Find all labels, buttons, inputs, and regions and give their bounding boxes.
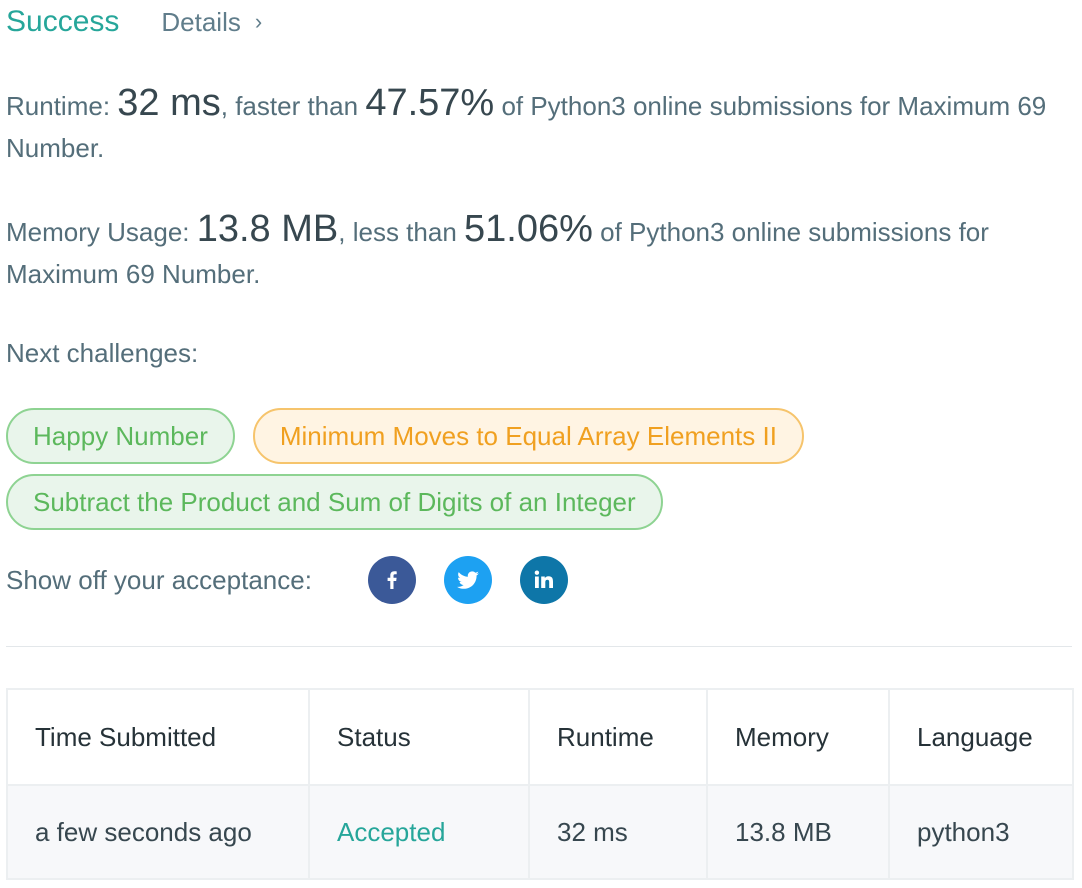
details-link[interactable]: Details › xyxy=(161,7,262,38)
section-divider xyxy=(6,646,1072,647)
challenge-tag-minimum-moves[interactable]: Minimum Moves to Equal Array Elements II xyxy=(252,408,804,464)
challenge-tag-subtract-product-sum[interactable]: Subtract the Product and Sum of Digits o… xyxy=(6,474,663,530)
memory-percent: 51.06% xyxy=(464,208,593,250)
facebook-icon xyxy=(387,571,397,589)
next-challenges-list: Happy Number Minimum Moves to Equal Array… xyxy=(6,408,1076,540)
twitter-share-button[interactable] xyxy=(443,556,492,604)
linkedin-share-button[interactable] xyxy=(519,556,568,604)
details-label: Details xyxy=(161,6,241,37)
column-header-language: Language xyxy=(888,688,1074,786)
accepted-status-link[interactable]: Accepted xyxy=(337,817,445,847)
next-challenges-label: Next challenges: xyxy=(6,338,199,368)
linkedin-icon xyxy=(534,570,553,588)
facebook-share-button[interactable] xyxy=(367,556,416,604)
runtime-summary: Runtime: 32 ms, faster than 47.57% of Py… xyxy=(6,82,1074,169)
column-header-status: Status xyxy=(308,688,530,786)
table-row: a few seconds ago Accepted 32 ms 13.8 MB… xyxy=(6,784,1074,880)
cell-runtime: 32 ms xyxy=(528,784,708,880)
column-header-time-submitted: Time Submitted xyxy=(6,688,310,786)
share-row: Show off your acceptance: xyxy=(6,556,596,604)
runtime-label: Runtime: xyxy=(6,91,111,121)
submissions-table: Time Submitted Status Runtime Memory Lan… xyxy=(6,688,1074,880)
memory-label: Memory Usage: xyxy=(6,217,190,247)
cell-time-submitted: a few seconds ago xyxy=(6,784,310,880)
challenge-tag-happy-number[interactable]: Happy Number xyxy=(6,408,235,464)
chevron-right-icon: › xyxy=(254,9,263,34)
cell-language: python3 xyxy=(888,784,1074,880)
cell-status: Accepted xyxy=(308,784,530,880)
result-header: Success Details › xyxy=(6,4,262,40)
runtime-value: 32 ms xyxy=(117,82,221,124)
column-header-memory: Memory xyxy=(706,688,890,786)
table-header-row: Time Submitted Status Runtime Memory Lan… xyxy=(6,688,1074,786)
memory-mid: , less than xyxy=(338,217,457,247)
share-label: Show off your acceptance: xyxy=(6,564,312,595)
social-buttons xyxy=(367,556,596,604)
status-title: Success xyxy=(6,5,120,38)
cell-memory: 13.8 MB xyxy=(706,784,890,880)
column-header-runtime: Runtime xyxy=(528,688,708,786)
twitter-icon xyxy=(456,571,479,589)
memory-summary: Memory Usage: 13.8 MB, less than 51.06% … xyxy=(6,208,1074,295)
runtime-percent: 47.57% xyxy=(365,82,495,124)
memory-value: 13.8 MB xyxy=(196,208,339,250)
runtime-mid: , faster than xyxy=(220,91,359,121)
